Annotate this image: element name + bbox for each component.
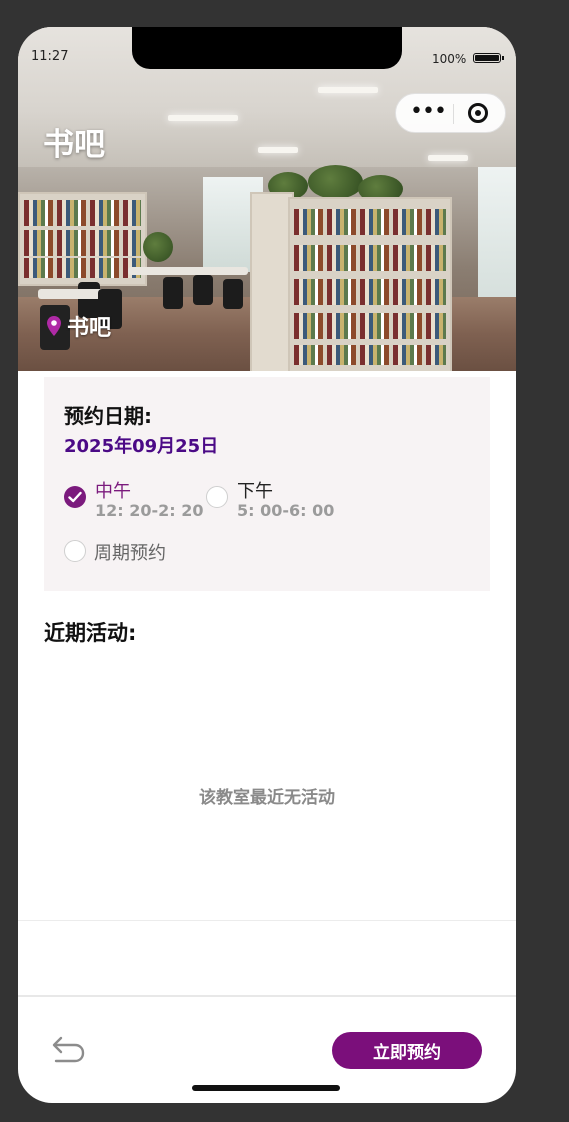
back-arrow-icon[interactable] <box>51 1035 87 1065</box>
reserve-now-button[interactable]: 立即预约 <box>332 1032 482 1069</box>
page-title: 书吧 <box>43 127 105 163</box>
battery-percentage: 100% <box>432 52 467 66</box>
recent-activities-title: 近期活动: <box>44 621 137 645</box>
location-pin-icon <box>47 316 61 336</box>
booking-date-label: 预约日期: <box>64 404 152 428</box>
slot-afternoon-label[interactable]: 下午 <box>237 477 273 503</box>
more-icon[interactable]: ••• <box>410 100 447 124</box>
booking-date-value[interactable]: 2025年09月25日 <box>64 432 218 458</box>
divider <box>18 920 516 921</box>
periodic-booking-radio[interactable] <box>64 540 86 562</box>
location-label: 书吧 <box>67 316 112 341</box>
no-activities-message: 该教室最近无活动 <box>199 788 335 808</box>
slot-afternoon-time: 5: 00-6: 00 <box>237 501 335 520</box>
close-target-icon[interactable] <box>468 103 488 123</box>
slot-noon-time: 12: 20-2: 20 <box>95 501 204 520</box>
battery-icon <box>473 53 504 63</box>
slot-afternoon-radio[interactable] <box>206 486 228 508</box>
slot-noon-radio[interactable] <box>64 486 86 508</box>
home-indicator <box>192 1085 340 1091</box>
periodic-booking-label[interactable]: 周期预约 <box>94 539 166 565</box>
status-time: 11:27 <box>31 49 69 64</box>
booking-card: 预约日期: 2025年09月25日 中午 12: 20-2: 20 下午 5: … <box>44 377 490 591</box>
phone-screen: 11:27 100% 书吧 ••• 书吧 预约日期: 2025年09月25日 中… <box>18 27 516 1103</box>
camera-notch <box>132 27 402 69</box>
slot-noon-label[interactable]: 中午 <box>95 477 131 503</box>
mini-program-capsule[interactable]: ••• <box>395 93 506 133</box>
footer-divider <box>18 995 516 997</box>
location-tag: 书吧 <box>47 310 111 342</box>
